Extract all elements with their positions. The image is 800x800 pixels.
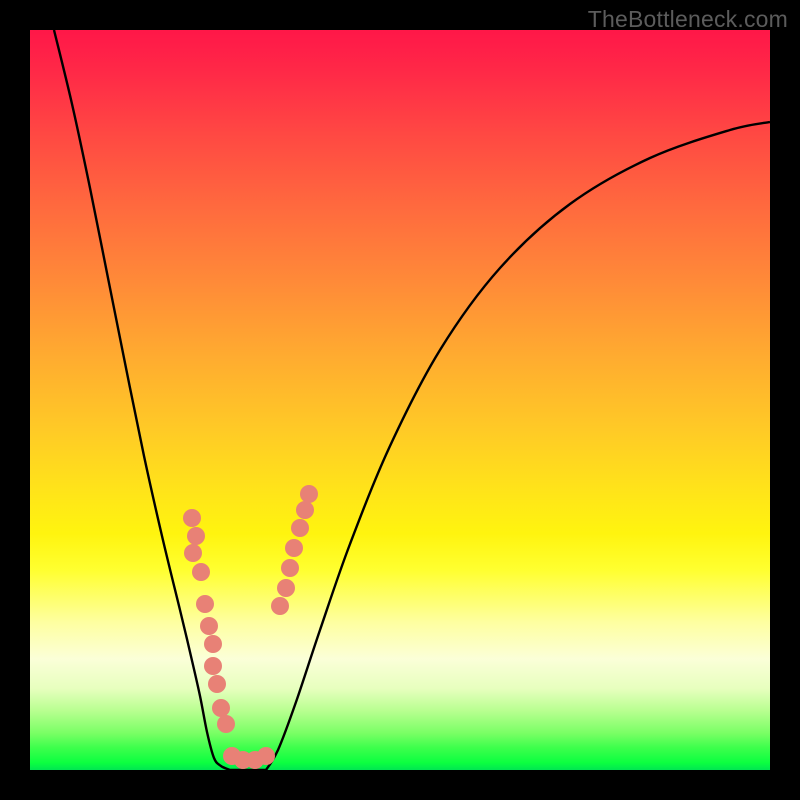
curve-marker xyxy=(257,747,275,765)
curve-marker xyxy=(187,527,205,545)
curve-svg xyxy=(30,30,770,770)
curve-marker xyxy=(204,657,222,675)
curve-marker xyxy=(217,715,235,733)
curve-marker xyxy=(291,519,309,537)
chart-frame: TheBottleneck.com xyxy=(0,0,800,800)
curve-marker xyxy=(192,563,210,581)
curve-marker xyxy=(277,579,295,597)
curve-marker xyxy=(196,595,214,613)
bottleneck-curve xyxy=(54,30,770,770)
curve-markers xyxy=(183,485,318,769)
curve-marker xyxy=(285,539,303,557)
plot-area xyxy=(30,30,770,770)
watermark-text: TheBottleneck.com xyxy=(588,6,788,33)
curve-marker xyxy=(184,544,202,562)
curve-marker xyxy=(296,501,314,519)
curve-marker xyxy=(200,617,218,635)
curve-marker xyxy=(183,509,201,527)
curve-marker xyxy=(208,675,226,693)
curve-marker xyxy=(281,559,299,577)
curve-marker xyxy=(271,597,289,615)
curve-marker xyxy=(212,699,230,717)
curve-marker xyxy=(204,635,222,653)
curve-marker xyxy=(300,485,318,503)
